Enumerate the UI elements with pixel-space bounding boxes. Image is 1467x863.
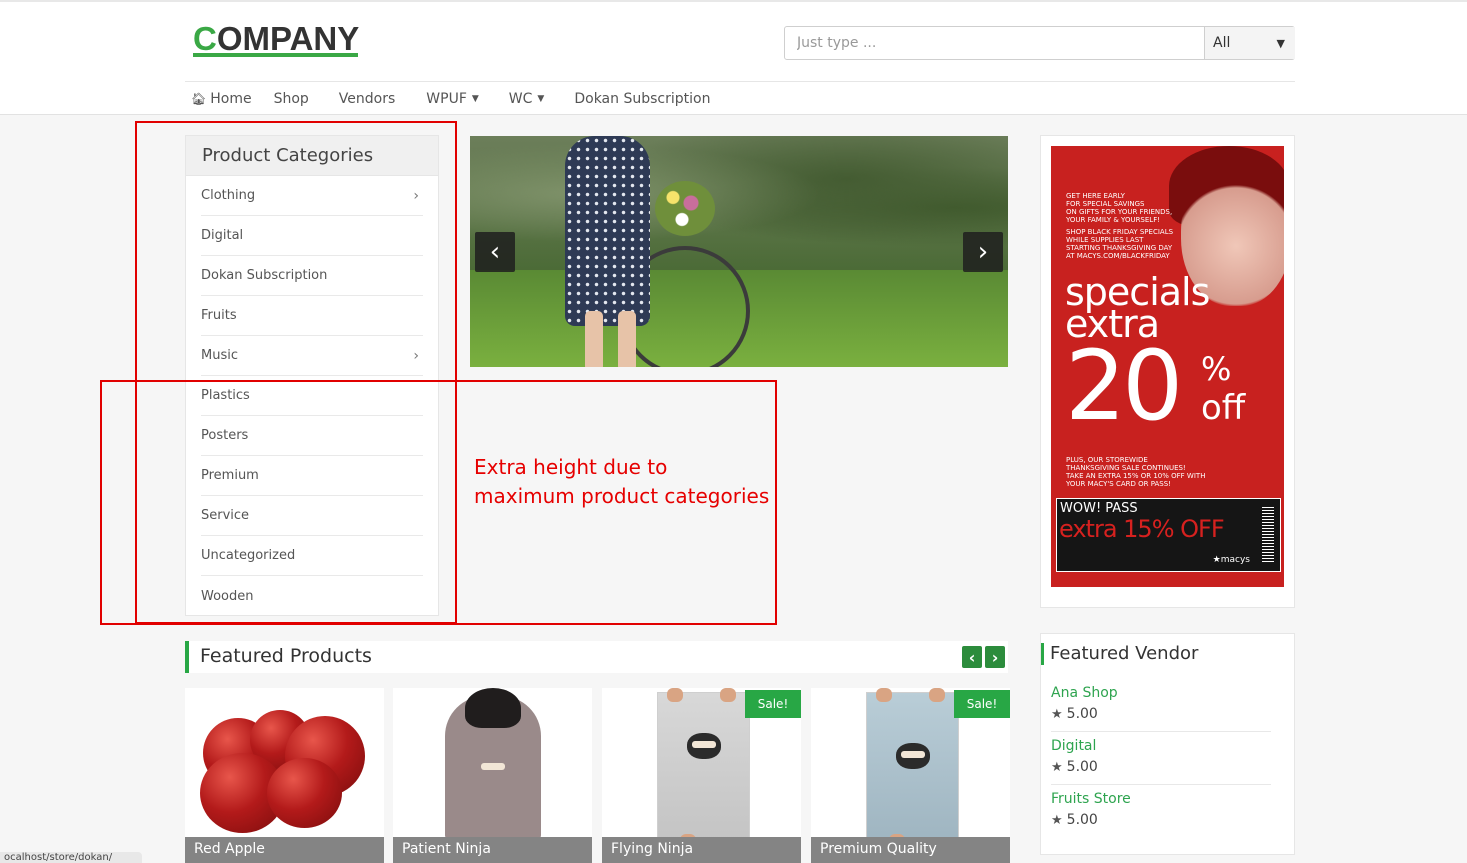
nav-item-wpuf[interactable]: WPUF ▼ xyxy=(419,91,486,107)
nav-item-shop[interactable]: Shop xyxy=(267,91,316,107)
vendor-item: Digital ★ 5.00 xyxy=(1051,732,1271,785)
featured-products-header: Featured Products ‹ › xyxy=(185,641,1008,673)
featured-vendor-widget: Featured Vendor Ana Shop ★ 5.00 Digital ★… xyxy=(1040,633,1295,855)
vendor-name[interactable]: Ana Shop xyxy=(1051,685,1118,701)
slider-prev-button[interactable]: ‹ xyxy=(475,232,515,272)
vendor-name[interactable]: Digital xyxy=(1051,738,1096,754)
vendor-name[interactable]: Fruits Store xyxy=(1051,791,1131,807)
product-image xyxy=(657,692,750,842)
flower-basket xyxy=(655,181,715,236)
caret-down-icon: ▼ xyxy=(471,94,479,104)
sale-badge: Sale! xyxy=(745,690,801,718)
star-icon: ★ xyxy=(1051,760,1063,775)
vendor-rating: ★ 5.00 xyxy=(1051,759,1098,775)
sale-badge: Sale! xyxy=(954,690,1010,718)
nav-item-home[interactable]: 🏠︎ Home xyxy=(185,91,259,107)
product-name[interactable]: Premium Quality xyxy=(811,837,1010,863)
ninja-mask xyxy=(901,751,925,758)
hero-slider[interactable]: ‹ › xyxy=(470,136,1008,367)
carousel-prev-button[interactable]: ‹ xyxy=(962,646,982,668)
ad-intro2-text: SHOP BLACK FRIDAY SPECIALS WHILE SUPPLIES… xyxy=(1066,228,1174,260)
nav-item-wc[interactable]: WC ▼ xyxy=(502,91,552,107)
product-card-premium-quality[interactable]: Sale! Premium Quality xyxy=(811,688,1010,863)
vendor-rating: ★ 5.00 xyxy=(1051,812,1098,828)
product-name[interactable]: Red Apple xyxy=(185,837,384,863)
ad-wow-pass: WOW! PASS extra 15% OFF ★macys xyxy=(1056,498,1281,572)
hoodie-print xyxy=(481,763,505,770)
nav-item-vendors[interactable]: Vendors xyxy=(332,91,402,107)
browser-status-bar: ocalhost/store/dokan/ xyxy=(0,852,142,863)
chevron-down-icon: ▼ xyxy=(1276,37,1285,50)
slide-background xyxy=(470,136,1008,280)
ninja-mask xyxy=(692,741,716,748)
ad-percent: % xyxy=(1201,350,1232,388)
search-bar: All ▼ xyxy=(784,26,1295,60)
slide-figure-leg xyxy=(585,311,603,367)
product-name[interactable]: Patient Ninja xyxy=(393,837,592,863)
section-title: Featured Products xyxy=(200,645,372,667)
hand-image xyxy=(876,688,892,702)
ad-brand: ★macys xyxy=(1212,555,1250,565)
ad-discount-number: 20 xyxy=(1065,330,1183,442)
vendor-item: Fruits Store ★ 5.00 xyxy=(1051,785,1271,838)
barcode-icon xyxy=(1262,507,1274,562)
main-nav: 🏠︎ Home Shop Vendors WPUF ▼ WC ▼ Dokan Sub… xyxy=(185,82,717,116)
slide-figure xyxy=(565,136,650,326)
star-icon: ★ xyxy=(1051,813,1063,828)
caret-down-icon: ▼ xyxy=(537,94,545,104)
search-category-select[interactable]: All ▼ xyxy=(1204,27,1295,59)
search-input[interactable] xyxy=(785,27,1204,59)
product-name[interactable]: Flying Ninja xyxy=(602,837,801,863)
macys-ad-banner[interactable]: GET HERE EARLY FOR SPECIAL SAVINGS ON GIFT… xyxy=(1051,146,1284,587)
product-card-patient-ninja[interactable]: Patient Ninja xyxy=(393,688,592,863)
product-image-hood xyxy=(465,688,521,728)
slider-next-button[interactable]: › xyxy=(963,232,1003,272)
vendor-item: Ana Shop ★ 5.00 xyxy=(1051,679,1271,732)
product-card-flying-ninja[interactable]: Sale! Flying Ninja xyxy=(602,688,801,863)
logo-underline xyxy=(193,53,358,57)
product-image xyxy=(267,758,342,828)
product-card-red-apple[interactable]: Red Apple xyxy=(185,688,384,863)
carousel-next-button[interactable]: › xyxy=(985,646,1005,668)
annotation-text: Extra height due to maximum product cate… xyxy=(474,455,770,508)
vendor-rating: ★ 5.00 xyxy=(1051,706,1098,722)
star-icon: ★ xyxy=(1051,707,1063,722)
nav-item-dokan-subscription[interactable]: Dokan Subscription xyxy=(567,91,717,107)
home-icon: 🏠︎ xyxy=(191,92,207,106)
hand-image xyxy=(720,688,736,702)
slide-figure-leg xyxy=(618,311,636,367)
sidebar-ad-widget: GET HERE EARLY FOR SPECIAL SAVINGS ON GIFT… xyxy=(1040,135,1295,608)
ad-sub-text: PLUS, OUR STOREWIDE THANKSGIVING SALE CON… xyxy=(1066,456,1206,488)
hand-image xyxy=(929,688,945,702)
ad-off: off xyxy=(1201,388,1246,428)
widget-title: Featured Vendor xyxy=(1041,643,1198,665)
site-header: COMPANY All ▼ 🏠︎ Home Shop Vendors WPUF▼… xyxy=(0,0,1467,115)
ad-intro-text: GET HERE EARLY FOR SPECIAL SAVINGS ON GIFT… xyxy=(1066,192,1173,224)
hand-image xyxy=(667,688,683,702)
